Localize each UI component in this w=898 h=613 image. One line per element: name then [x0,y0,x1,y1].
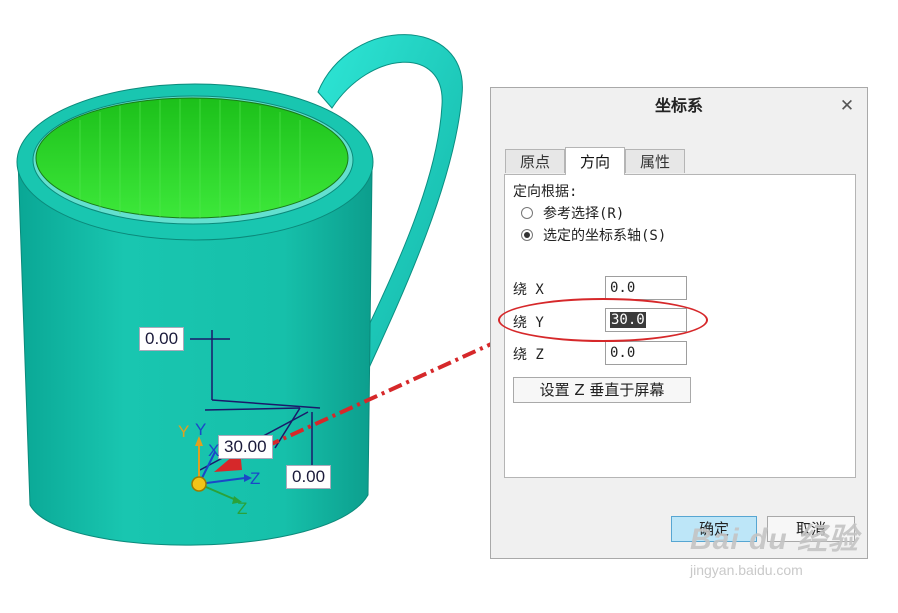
selected-axis-radio[interactable] [521,229,533,241]
rotate-z-field[interactable]: 0.0 [605,341,687,365]
close-icon[interactable]: ✕ [837,94,857,118]
watermark-site: jingyan.baidu.com [690,562,803,578]
rotate-x-field[interactable]: 0.0 [605,276,687,300]
highlight-oval [498,298,708,342]
reference-select-radio[interactable] [521,207,533,219]
watermark-logo: Bai du 经验 [690,523,860,556]
orient-by-label: 定向根据: [513,184,578,200]
axis-label-z: Z [237,499,248,518]
reference-select-label[interactable]: 参考选择(R) [543,203,624,223]
selected-axis-label[interactable]: 选定的坐标系轴(S) [543,225,666,245]
tab-properties[interactable]: 属性 [625,149,685,173]
rotate-z-label: 绕 Z [513,347,544,363]
axis-label-y: Y [178,422,190,441]
axis-label-y: Y [195,420,207,439]
tab-orientation[interactable]: 方向 [565,147,625,175]
axis-label-z: Z [250,469,261,488]
dimension-value[interactable]: 0.00 [286,465,332,489]
dialog-title: 坐标系 [654,96,703,115]
watermark: Bai du 经验 jingyan.baidu.com [690,514,865,594]
dimension-value[interactable]: 0.00 [139,327,185,351]
set-z-normal-button[interactable]: 设置 Z 垂直于屏幕 [513,377,691,403]
tab-origin[interactable]: 原点 [505,149,565,173]
rotate-x-label: 绕 X [513,282,544,298]
axis-label-x: X [208,441,220,460]
dimension-value[interactable]: 30.00 [218,435,273,459]
